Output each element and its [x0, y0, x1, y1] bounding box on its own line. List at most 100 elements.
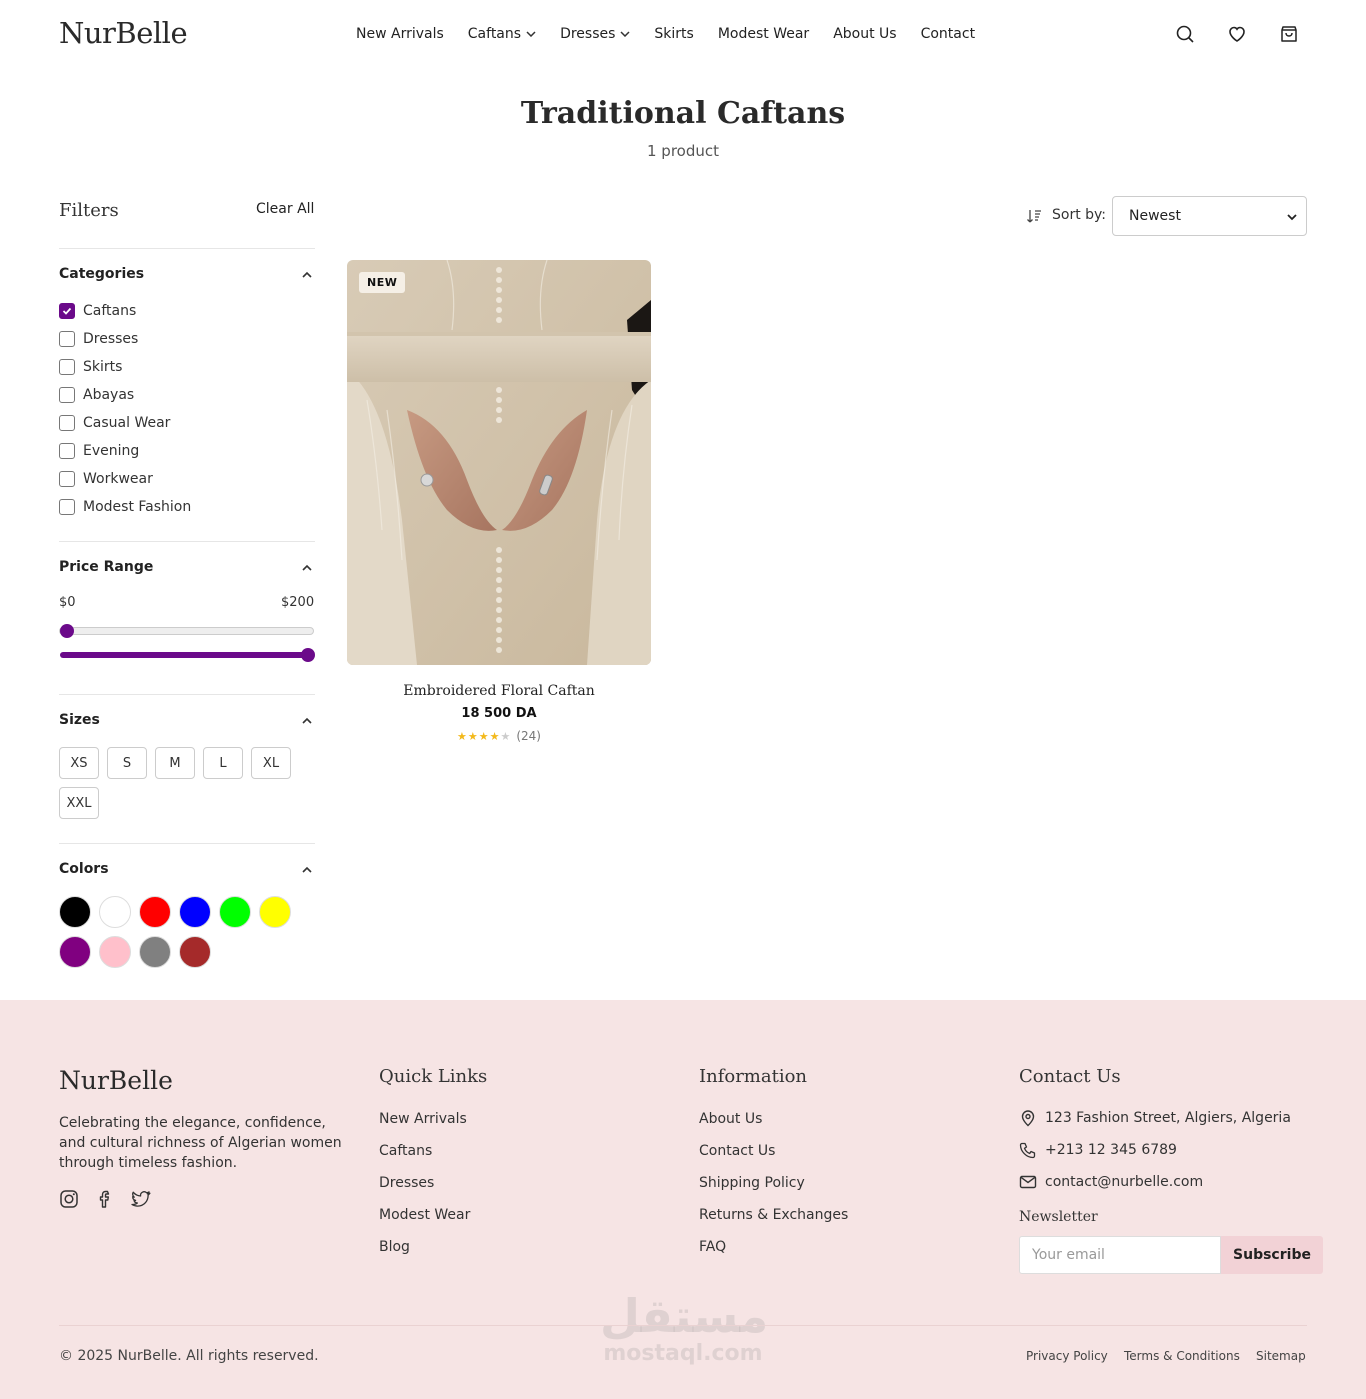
information-title: Information	[699, 1066, 808, 1087]
nav-item-modest-wear[interactable]: Modest Wear	[718, 24, 809, 44]
color-swatch[interactable]	[179, 936, 211, 968]
category-workwear[interactable]: Workwear	[59, 470, 153, 488]
product-image[interactable]: NEW	[347, 260, 651, 665]
color-swatch[interactable]	[139, 896, 171, 928]
footer-link-modest-wear[interactable]: Modest Wear	[379, 1207, 470, 1223]
star-icon: ★	[489, 730, 500, 743]
footer-link-about-us[interactable]: About Us	[699, 1111, 762, 1127]
sort-select[interactable]: Newest	[1112, 196, 1307, 236]
product-count: 1 product	[646, 142, 719, 160]
subscribe-button[interactable]: Subscribe	[1221, 1236, 1323, 1274]
size-xs[interactable]: XS	[59, 747, 99, 779]
checkbox[interactable]	[59, 387, 75, 403]
clear-all-button[interactable]: Clear All	[256, 201, 314, 217]
chevron-up-icon[interactable]	[300, 863, 314, 877]
privacy-policy-link[interactable]: Privacy Policy	[1026, 1349, 1108, 1363]
nav-item-dresses[interactable]: Dresses	[560, 24, 630, 44]
rating-stars: ★★★★★	[457, 729, 511, 743]
footer-description: Celebrating the elegance, confidence, an…	[59, 1115, 342, 1171]
heart-icon[interactable]	[1227, 24, 1247, 44]
mail-icon	[1019, 1175, 1037, 1189]
category-dresses[interactable]: Dresses	[59, 330, 138, 348]
category-modest-fashion[interactable]: Modest Fashion	[59, 498, 191, 516]
terms-link[interactable]: Terms & Conditions	[1124, 1349, 1240, 1363]
price-max-slider-track[interactable]	[60, 652, 314, 658]
color-swatch[interactable]	[99, 936, 131, 968]
shopping-bag-icon[interactable]	[1279, 24, 1299, 44]
nav-item-caftans[interactable]: Caftans	[468, 24, 536, 44]
nav-item-skirts[interactable]: Skirts	[654, 24, 693, 44]
checkbox[interactable]	[59, 415, 75, 431]
footer-link-caftans[interactable]: Caftans	[379, 1143, 432, 1159]
color-swatch[interactable]	[139, 936, 171, 968]
new-badge: NEW	[359, 272, 406, 293]
category-abayas[interactable]: Abayas	[59, 386, 134, 404]
site-header: NurBelle New Arrivals Caftans Dresses Sk…	[0, 0, 1366, 68]
chevron-up-icon[interactable]	[300, 561, 314, 575]
size-xxl[interactable]: XXL	[59, 787, 99, 819]
color-swatch[interactable]	[59, 936, 91, 968]
page-title: Traditional Caftans	[520, 96, 846, 131]
facebook-icon[interactable]	[95, 1189, 115, 1209]
divider	[59, 248, 315, 249]
contact-email: contact@nurbelle.com	[1019, 1173, 1203, 1191]
footer-divider	[59, 1325, 1307, 1326]
instagram-icon[interactable]	[59, 1189, 79, 1209]
color-swatch[interactable]	[179, 896, 211, 928]
search-icon[interactable]	[1175, 24, 1195, 44]
divider	[59, 541, 315, 542]
contact-title: Contact Us	[1019, 1066, 1121, 1087]
color-swatch[interactable]	[259, 896, 291, 928]
category-skirts[interactable]: Skirts	[59, 358, 122, 376]
sizes-title: Sizes	[59, 712, 100, 728]
price-min-slider-track[interactable]	[59, 627, 314, 635]
checkbox[interactable]	[59, 499, 75, 515]
brand-logo[interactable]: NurBelle	[59, 16, 188, 50]
footer-link-new-arrivals[interactable]: New Arrivals	[379, 1111, 467, 1127]
nav-item-about-us[interactable]: About Us	[833, 24, 896, 44]
phone-icon	[1019, 1142, 1036, 1159]
nav-item-new-arrivals[interactable]: New Arrivals	[356, 24, 444, 44]
color-swatch[interactable]	[219, 896, 251, 928]
price-min-handle[interactable]	[60, 624, 74, 638]
footer-link-blog[interactable]: Blog	[379, 1239, 410, 1255]
star-icon: ★	[467, 730, 478, 743]
copyright: © 2025 NurBelle. All rights reserved.	[59, 1348, 319, 1364]
sitemap-link[interactable]: Sitemap	[1256, 1349, 1306, 1363]
newsletter-email-input[interactable]: Your email	[1019, 1236, 1221, 1274]
category-casual-wear[interactable]: Casual Wear	[59, 414, 170, 432]
footer-link-contact-us[interactable]: Contact Us	[699, 1143, 775, 1159]
star-icon: ★	[456, 730, 467, 743]
checkbox[interactable]	[59, 471, 75, 487]
twitter-icon[interactable]	[131, 1189, 151, 1209]
product-name[interactable]: Embroidered Floral Caftan	[347, 683, 651, 699]
contact-phone: +213 12 345 6789	[1019, 1141, 1177, 1159]
chevron-up-icon[interactable]	[300, 268, 314, 282]
size-s[interactable]: S	[107, 747, 147, 779]
footer-link-faq[interactable]: FAQ	[699, 1239, 726, 1255]
checkbox[interactable]	[59, 359, 75, 375]
checkbox[interactable]	[59, 331, 75, 347]
product-price: 18 500 DA	[461, 706, 537, 721]
colors-title: Colors	[59, 861, 109, 877]
contact-address: 123 Fashion Street, Algiers, Algeria	[1019, 1109, 1291, 1127]
category-evening[interactable]: Evening	[59, 442, 139, 460]
size-m[interactable]: M	[155, 747, 195, 779]
category-caftans[interactable]: Caftans	[59, 302, 136, 320]
checkbox[interactable]	[59, 443, 75, 459]
price-max-handle[interactable]	[301, 648, 315, 662]
nav-item-contact[interactable]: Contact	[921, 24, 975, 44]
chevron-down-icon	[620, 31, 630, 37]
review-count: (24)	[516, 729, 541, 743]
star-icon: ★	[500, 730, 511, 743]
footer-link-returns[interactable]: Returns & Exchanges	[699, 1207, 848, 1223]
color-swatch[interactable]	[99, 896, 131, 928]
footer-link-dresses[interactable]: Dresses	[379, 1175, 434, 1191]
chevron-up-icon[interactable]	[300, 714, 314, 728]
footer-link-shipping-policy[interactable]: Shipping Policy	[699, 1175, 805, 1191]
footer-logo: NurBelle	[59, 1066, 173, 1095]
color-swatch[interactable]	[59, 896, 91, 928]
size-xl[interactable]: XL	[251, 747, 291, 779]
checkbox-checked[interactable]	[59, 303, 75, 319]
size-l[interactable]: L	[203, 747, 243, 779]
